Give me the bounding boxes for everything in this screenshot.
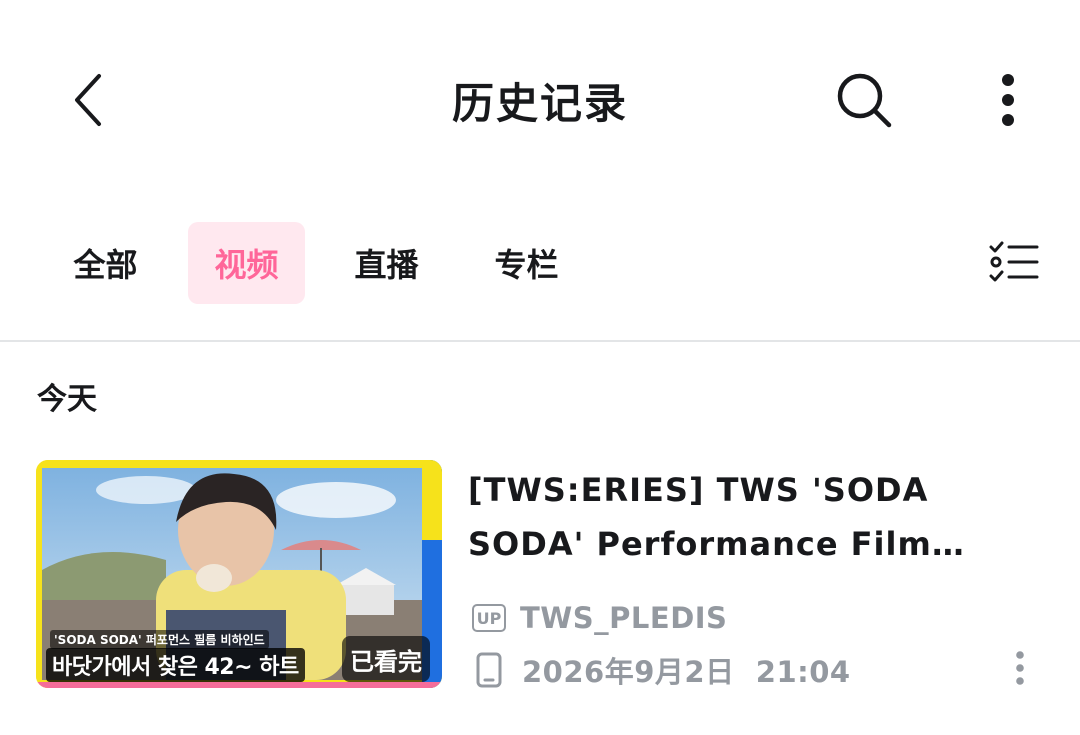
video-thumbnail[interactable]: 'SODA SODA' 퍼포먼스 필름 비하인드 바닷가에서 찾은 42~ 하트… [36, 460, 442, 688]
more-options-button[interactable] [984, 70, 1032, 134]
category-tabs: 全部 视频 直播 专栏 [0, 222, 1080, 304]
more-vertical-icon [1015, 651, 1025, 689]
search-icon [834, 70, 894, 134]
section-label-today: 今天 [37, 382, 97, 417]
tab-live[interactable]: 直播 [328, 222, 445, 304]
phone-icon [476, 652, 502, 688]
more-vertical-icon [1000, 70, 1016, 134]
tab-all[interactable]: 全部 [47, 222, 164, 304]
watch-time-row: 2026年9月2日 21:04 [476, 650, 851, 690]
tab-column[interactable]: 专栏 [468, 222, 585, 304]
tabs-divider [0, 340, 1080, 342]
search-button[interactable] [832, 70, 896, 134]
checklist-filter-icon [989, 241, 1039, 287]
page-title: 历史记录 [451, 79, 628, 128]
watched-badge: 已看完 [342, 636, 430, 682]
history-video-item[interactable]: 'SODA SODA' 퍼포먼스 필름 비하인드 바닷가에서 찾은 42~ 하트… [0, 455, 1080, 695]
uploader-row[interactable]: UP TWS_PLEDIS [472, 598, 727, 638]
watch-time: 2026年9月2日 21:04 [522, 655, 851, 689]
top-bar: 历史记录 [0, 0, 1080, 205]
batch-select-button[interactable] [984, 238, 1044, 290]
tab-video[interactable]: 视频 [188, 222, 305, 304]
up-badge-icon: UP [472, 604, 506, 632]
item-more-button[interactable] [1004, 647, 1036, 693]
uploader-name: TWS_PLEDIS [520, 601, 728, 635]
thumbnail-caption-small: 'SODA SODA' 퍼포먼스 필름 비하인드 [50, 630, 269, 649]
video-title[interactable]: [TWS:ERIES] TWS 'SODA SODA' Performance … [468, 463, 998, 571]
thumbnail-caption-big: 바닷가에서 찾은 42~ 하트 [46, 648, 305, 682]
